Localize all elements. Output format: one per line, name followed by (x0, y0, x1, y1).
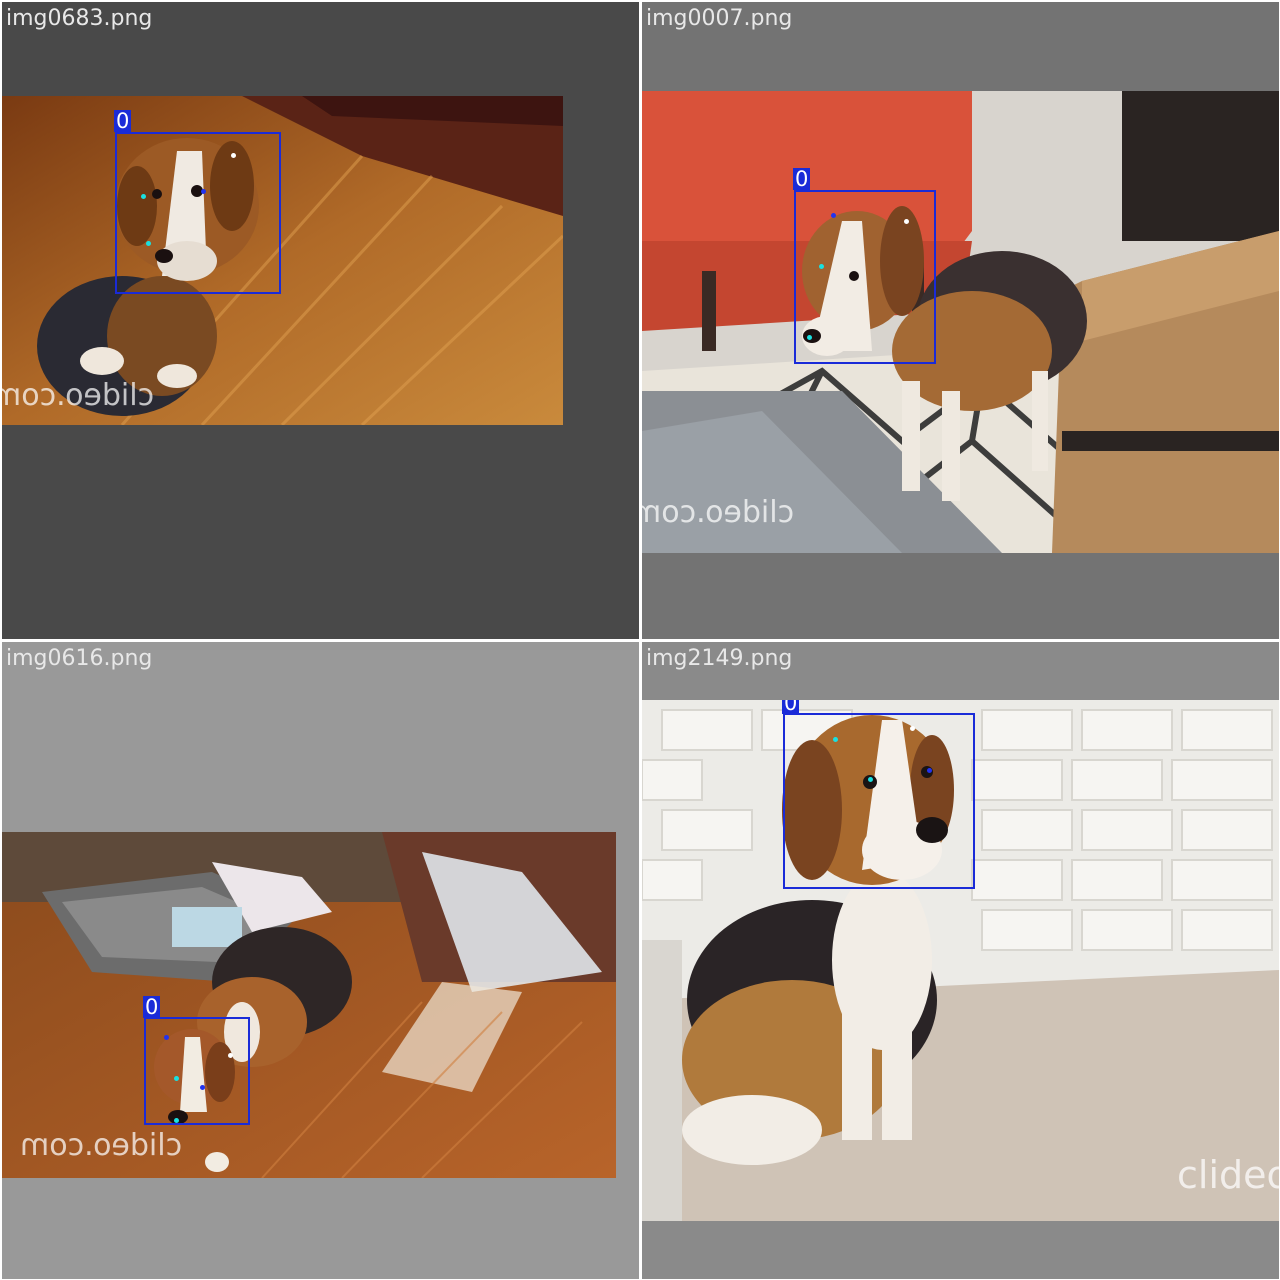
watermark: clideo.com (2, 378, 155, 413)
class-label: 0 (782, 700, 800, 714)
keypoint-blue (831, 213, 836, 218)
dog-photo-scene (2, 96, 563, 425)
filename-label: img0616.png (6, 646, 153, 671)
filename-label: img2149.png (646, 646, 793, 671)
watermark: clideo (1177, 1153, 1279, 1197)
image-tile-3: img0616.png 0 clideo.com (2, 642, 639, 1279)
filename-label: img0683.png (6, 6, 153, 31)
image-tile-4: img2149.png 0 clideo (642, 642, 1279, 1279)
bounding-box (115, 132, 281, 294)
keypoint-blue (200, 1085, 205, 1090)
keypoint-cyan (146, 241, 151, 246)
class-label: 0 (114, 109, 132, 133)
keypoint-cyan (819, 264, 824, 269)
image-tile-2: img0007.png 0 clideo.com (642, 2, 1279, 639)
keypoint-cyan (174, 1118, 179, 1123)
class-label: 0 (793, 167, 811, 191)
keypoint-white (904, 219, 909, 224)
dog-photo: 0 clideo.com (642, 91, 1279, 553)
bounding-box (794, 190, 936, 364)
keypoint-white (231, 153, 236, 158)
class-label: 0 (143, 995, 161, 1019)
watermark: clideo.com (20, 1128, 183, 1163)
dog-photo-scene (642, 91, 1279, 553)
keypoint-cyan (833, 737, 838, 742)
keypoint-cyan (174, 1076, 179, 1081)
image-tile-1: img0683.png 0 clideo.com (2, 2, 639, 639)
dog-photo: 0 clideo (642, 700, 1279, 1221)
bounding-box (783, 713, 975, 889)
keypoint-cyan (868, 777, 873, 782)
keypoint-cyan (807, 335, 812, 340)
dog-photo-scene (2, 832, 616, 1178)
keypoint-blue (164, 1035, 169, 1040)
keypoint-cyan (141, 194, 146, 199)
keypoint-blue (927, 768, 932, 773)
watermark: clideo.com (642, 495, 795, 530)
keypoint-white (228, 1053, 233, 1058)
dog-photo: 0 clideo.com (2, 832, 616, 1178)
keypoint-white (910, 726, 915, 731)
bounding-box (144, 1017, 250, 1125)
keypoint-blue (201, 189, 206, 194)
dog-photo: 0 clideo.com (2, 96, 563, 425)
filename-label: img0007.png (646, 6, 793, 31)
